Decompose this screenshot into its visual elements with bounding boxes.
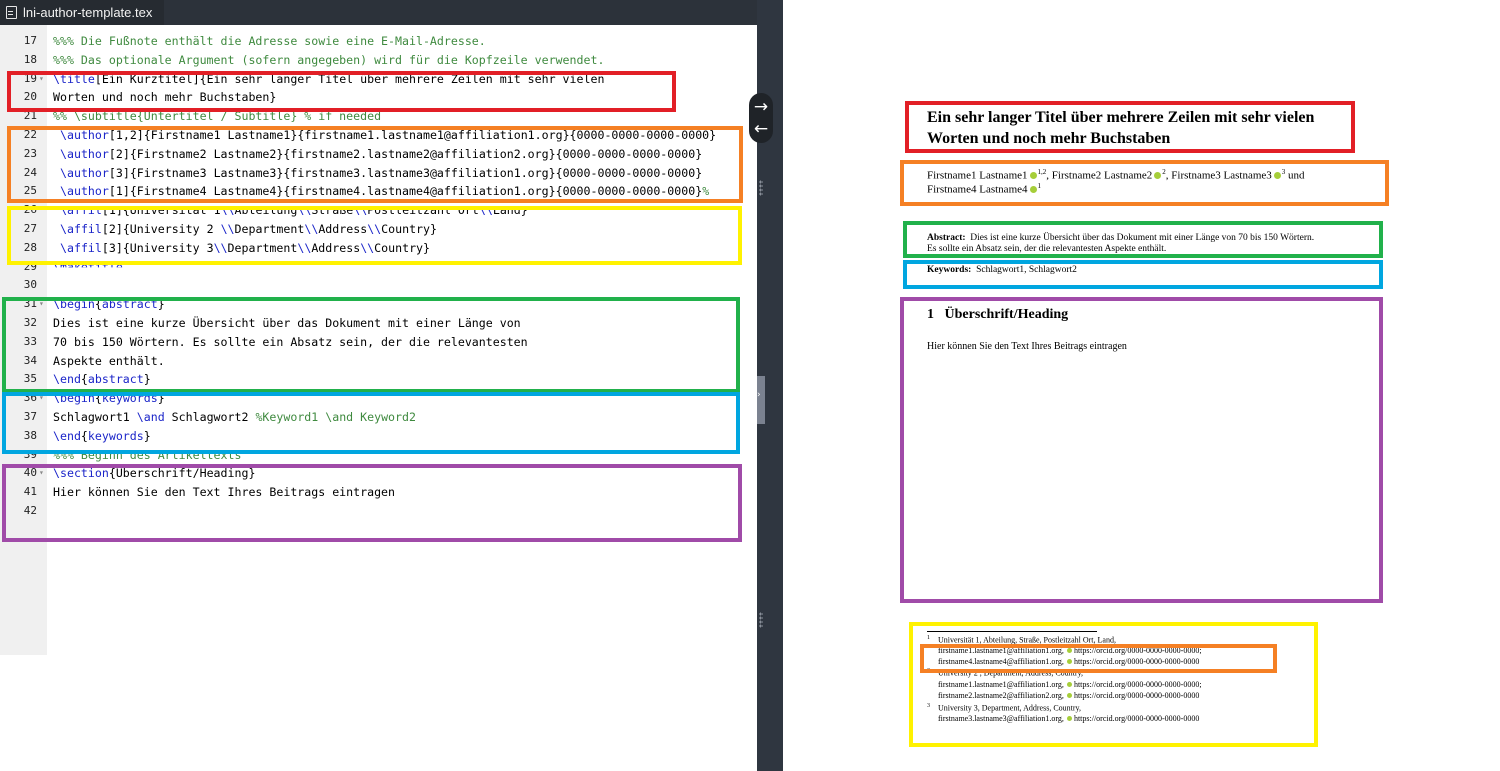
highlight-author-emails-preview — [920, 644, 1277, 673]
highlight-title-source — [7, 71, 676, 112]
chevron-right-icon: › — [757, 390, 761, 400]
highlight-section-source — [2, 464, 742, 542]
line-number: 30 — [23, 278, 37, 292]
highlight-authors-source — [7, 126, 743, 203]
highlight-abstract-source — [2, 297, 740, 393]
latex-comment: %%% Die Fußnote enthält die Adresse sowi… — [53, 34, 486, 48]
file-icon — [6, 6, 17, 19]
file-tab[interactable]: lni-author-template.tex — [0, 0, 165, 25]
line-number: 17 — [23, 34, 37, 47]
latex-comment: %%% Das optionale Argument (sofern angeg… — [53, 52, 605, 67]
code-line[interactable]: 17 %%% Die Fußnote enthält die Adresse so… — [0, 32, 757, 51]
arrow-left-icon[interactable]: ← — [754, 119, 768, 139]
code-text: %%% Das optionale Argument (sofern angeg… — [53, 51, 604, 70]
code-text: %%% Die Fußnote enthält die Adresse sowi… — [53, 32, 486, 51]
highlight-section-preview — [900, 297, 1383, 603]
drag-handle-icon[interactable] — [759, 180, 763, 196]
highlight-keywords-preview — [903, 260, 1383, 289]
highlight-title-preview — [905, 101, 1355, 153]
code-line[interactable]: 30 — [0, 276, 757, 295]
sync-toggle: → ← — [749, 93, 773, 143]
highlight-affiliations-source — [7, 206, 742, 265]
highlight-keywords-source — [2, 392, 740, 454]
highlight-authors-preview — [900, 160, 1389, 206]
line-number: 18 — [23, 52, 37, 66]
highlight-abstract-preview — [903, 221, 1383, 258]
highlight-affiliations-preview — [909, 622, 1318, 747]
collapse-pane-button[interactable]: › — [757, 376, 765, 424]
file-tab-title: lni-author-template.tex — [23, 5, 153, 20]
editor-tab-bar: lni-author-template.tex — [0, 0, 757, 25]
drag-handle-icon[interactable] — [759, 612, 763, 628]
code-line[interactable]: 18 %%% Das optionale Argument (sofern ang… — [0, 51, 757, 70]
arrow-right-icon[interactable]: → — [754, 97, 768, 117]
